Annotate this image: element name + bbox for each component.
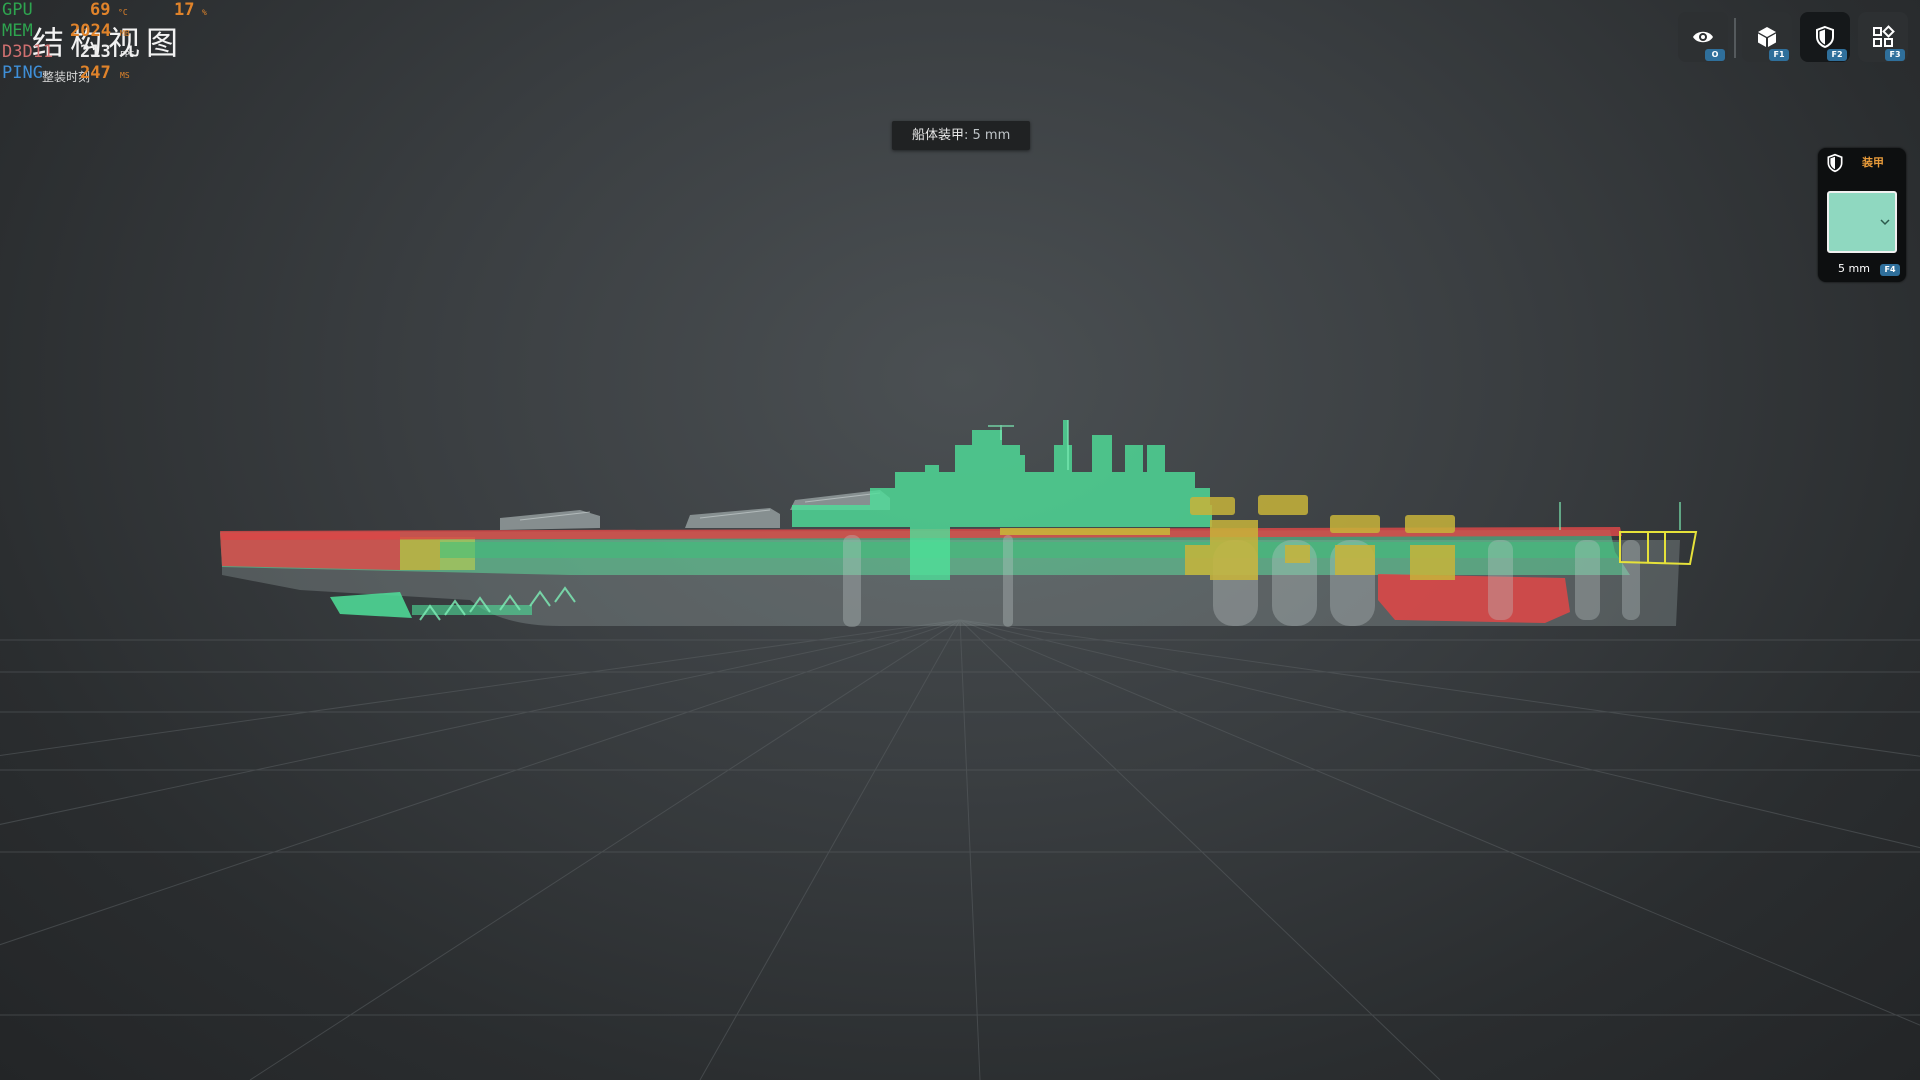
fps-value: 213 — [80, 42, 111, 62]
visibility-button[interactable]: O — [1678, 12, 1728, 62]
eye-icon — [1693, 31, 1713, 43]
armor-panel-title: 装甲 — [1862, 156, 1884, 169]
d3d-label: D3D11 — [2, 42, 54, 62]
ship-model[interactable] — [220, 420, 1698, 627]
mem-unit: MB — [120, 29, 130, 38]
gpu-temp: 69 — [90, 0, 111, 20]
mem-value: 2024 — [70, 21, 111, 41]
toolbar-divider — [1734, 18, 1736, 58]
armor-color-swatch[interactable] — [1827, 191, 1897, 253]
armor-view-key: F2 — [1827, 49, 1847, 61]
ping-value: 247 — [80, 63, 111, 83]
fps-unit: FPS — [120, 50, 135, 59]
armor-view-button[interactable]: F2 — [1800, 12, 1850, 62]
chevron-down-icon — [1880, 219, 1890, 226]
gpu-load-unit: % — [202, 8, 207, 17]
floor-grid — [0, 619, 1920, 1080]
modules-view-button[interactable]: F3 — [1858, 12, 1908, 62]
armor-tooltip: 船体装甲: 5 mm — [892, 121, 1031, 150]
gpu-label: GPU — [2, 0, 33, 20]
view-toolbar: O F1 F2 F3 — [1678, 12, 1910, 64]
shield-icon — [1816, 25, 1834, 49]
tooltip-value: : 5 mm — [964, 128, 1011, 143]
gpu-temp-unit: °C — [118, 8, 128, 17]
modules-view-key: F3 — [1885, 49, 1905, 61]
3d-viewport[interactable]: GPU 69 °C 17 % MEM 2024 MB D3D11 213 FPS… — [0, 0, 1920, 1080]
armor-thickness-value: 5 mm — [1838, 262, 1870, 275]
gpu-load: 17 — [174, 0, 195, 20]
ping-label: PING — [2, 63, 43, 83]
grid-icon — [1873, 25, 1895, 47]
model-view-key: F1 — [1769, 49, 1789, 61]
mem-label: MEM — [2, 21, 33, 41]
visibility-key: O — [1705, 49, 1725, 61]
ship-scene[interactable] — [0, 0, 1920, 1080]
ping-unit: MS — [120, 71, 130, 80]
shield-icon — [1827, 153, 1843, 173]
armor-panel-key: F4 — [1880, 264, 1900, 276]
armor-legend-panel: 装甲 5 mm F4 — [1818, 148, 1906, 282]
cube-icon — [1758, 27, 1776, 47]
model-view-button[interactable]: F1 — [1742, 12, 1792, 62]
tooltip-label: 船体装甲 — [912, 128, 965, 143]
